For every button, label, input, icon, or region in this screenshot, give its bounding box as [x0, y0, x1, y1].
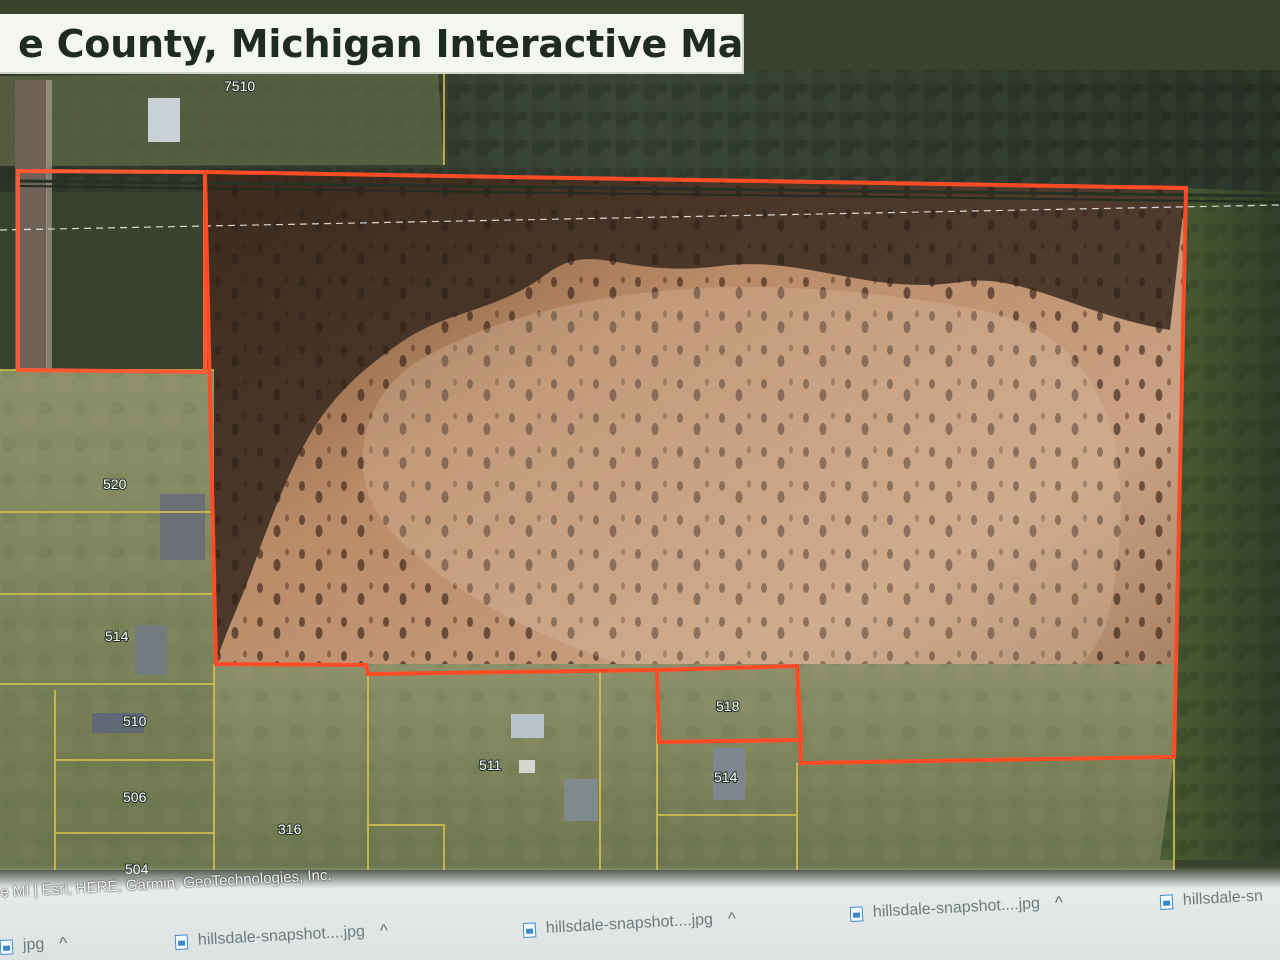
map-title-main: County, Michigan Interactive Map [56, 22, 744, 66]
chevron-up-icon[interactable]: ^ [722, 909, 741, 929]
left-house-yard-texture [0, 370, 214, 870]
parcel-number-520: 520 [103, 476, 127, 492]
download-filename: jpg [22, 935, 45, 954]
download-item-jpg-partial[interactable]: jpg ^ [0, 928, 140, 959]
chevron-up-icon[interactable]: ^ [374, 921, 393, 941]
parcel-number-506: 506 [123, 789, 147, 805]
parcel-number-511: 511 [479, 757, 502, 773]
file-icon [174, 933, 189, 950]
download-filename: hillsdale-snapshot....jpg [872, 895, 1041, 921]
download-item-hillsdale-2[interactable]: hillsdale-snapshot....jpg ^ [522, 902, 825, 942]
download-item-hillsdale-3[interactable]: hillsdale-snapshot....jpg ^ [849, 886, 1150, 926]
file-icon [849, 905, 864, 922]
house-514-left [135, 625, 167, 675]
house-520 [160, 494, 205, 560]
house-bottom-center [564, 779, 598, 821]
monitor-screen: 7510 520 514 510 506 504 316 511 518 514… [0, 0, 1280, 960]
parcel-number-316: 316 [278, 821, 302, 837]
interactive-map-view[interactable]: 7510 520 514 510 506 504 316 511 518 514… [0, 0, 1280, 900]
house-top-left [148, 98, 180, 142]
download-filename: hillsdale-snapshot....jpg [197, 923, 366, 949]
download-filename: hillsdale-snapshot....jpg [545, 911, 714, 937]
map-title-banner: e County, Michigan Interactive Map [0, 14, 744, 74]
shed-511 [519, 760, 535, 773]
file-icon [0, 938, 14, 955]
file-icon [522, 921, 537, 938]
parcel-number-514-right: 514 [714, 769, 738, 785]
parcel-number-510: 510 [123, 713, 147, 729]
bottom-yards-texture [214, 664, 1174, 870]
parcel-number-514-left: 514 [105, 628, 129, 644]
partial-county-prefix: e [18, 22, 44, 66]
upper-left-lot-area [0, 72, 444, 166]
chevron-up-icon[interactable]: ^ [54, 933, 73, 953]
parcel-number-518: 518 [716, 698, 740, 714]
file-icon [1159, 893, 1174, 910]
map-attribution: e MI | Esri, HERE, Garmin, GeoTechnologi… [0, 868, 560, 902]
download-item-hillsdale-1[interactable]: hillsdale-snapshot....jpg ^ [174, 914, 480, 954]
house-511 [511, 714, 544, 738]
parcel-number-7510: 7510 [224, 78, 255, 94]
download-filename: hillsdale-sn [1182, 887, 1264, 909]
chevron-up-icon[interactable]: ^ [1049, 893, 1068, 913]
download-item-hillsdale-4[interactable]: hillsdale-sn [1159, 883, 1280, 914]
attribution-text: e MI | Esri, HERE, Garmin, GeoTechnologi… [0, 868, 332, 901]
aerial-map[interactable]: 7510 520 514 510 506 504 316 511 518 514 [0, 0, 1280, 900]
map-title: e County, Michigan Interactive Map [18, 22, 744, 66]
